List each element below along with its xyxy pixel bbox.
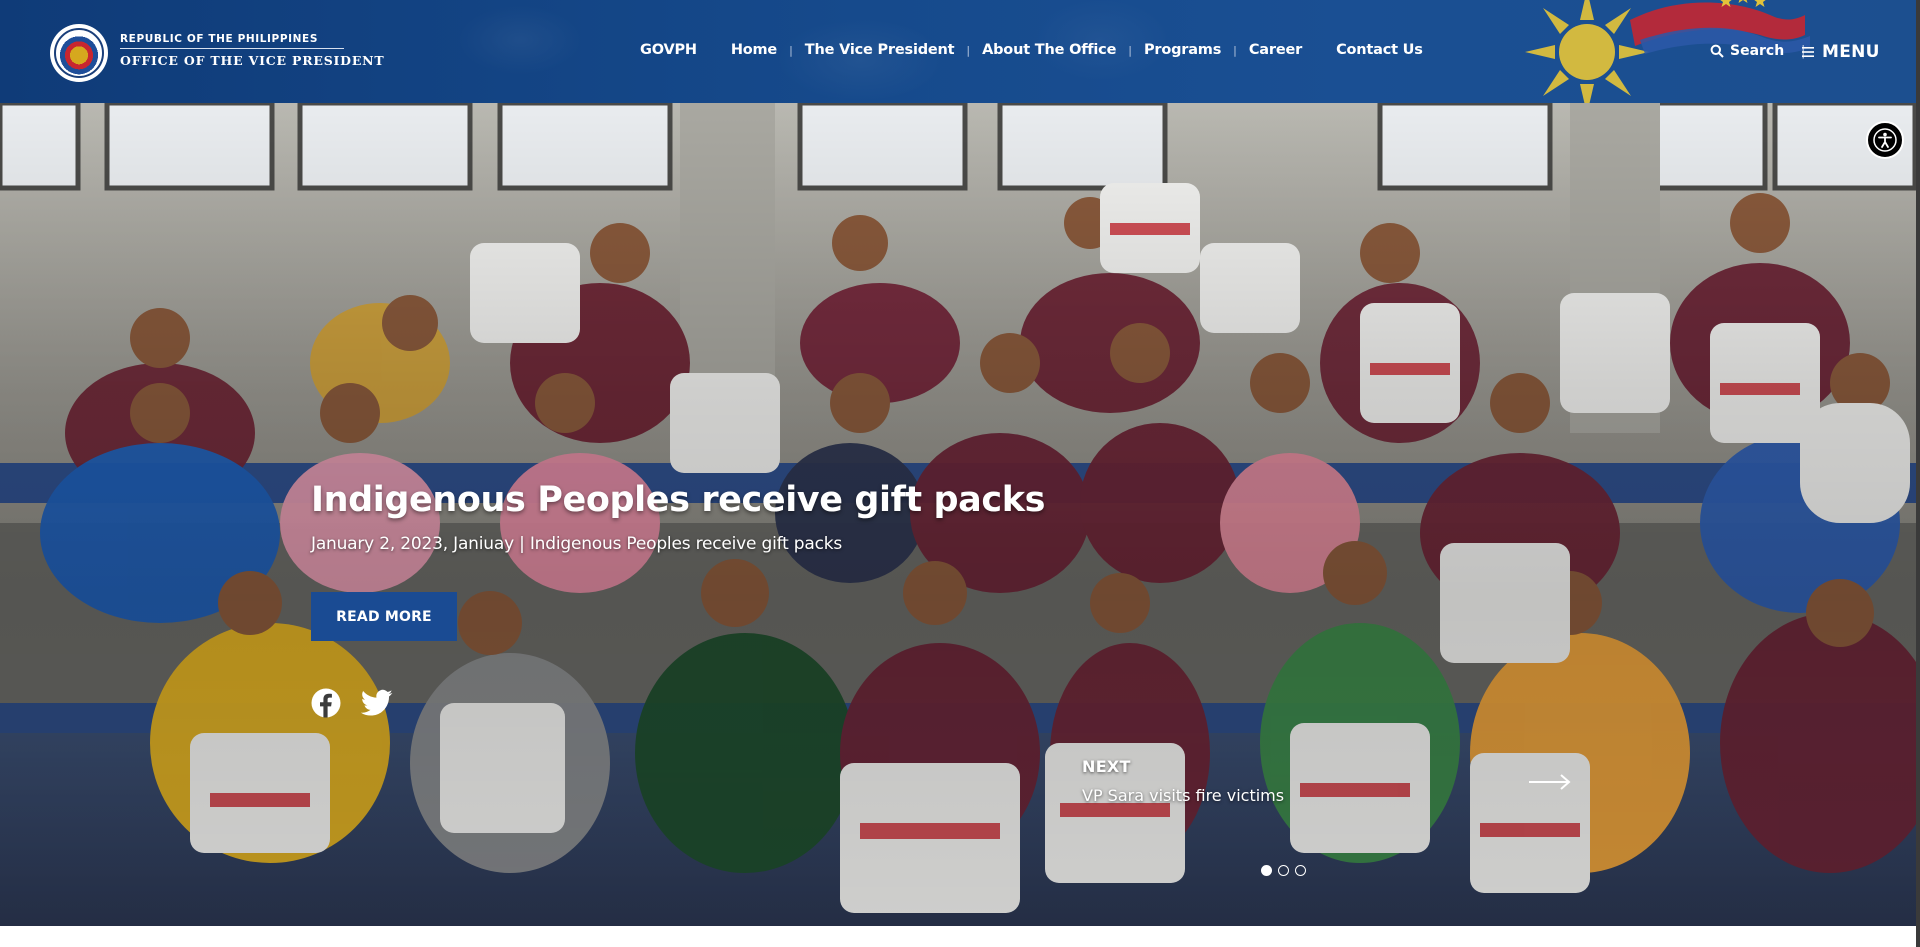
brand-top-text: REPUBLIC OF THE PHILIPPINES	[120, 33, 318, 45]
social-share	[311, 688, 393, 718]
search-icon	[1710, 44, 1724, 58]
carousel-dot-2[interactable]	[1278, 865, 1289, 876]
nav-contact-us[interactable]: Contact Us	[1336, 42, 1423, 58]
main-nav: GOVPH Home | The Vice President | About …	[640, 42, 1423, 58]
menu-label: MENU	[1822, 42, 1880, 62]
next-label: NEXT	[1082, 757, 1131, 776]
nav-programs[interactable]: Programs	[1144, 42, 1221, 58]
nav-separator: |	[966, 43, 971, 57]
accessibility-icon[interactable]	[1866, 121, 1904, 159]
menu-button[interactable]: MENU	[1802, 42, 1880, 62]
carousel-dot-1[interactable]	[1261, 865, 1272, 876]
twitter-icon[interactable]	[361, 689, 393, 717]
nav-about-the-office[interactable]: About The Office	[982, 42, 1116, 58]
slide-title[interactable]: Indigenous Peoples receive gift packs	[311, 480, 1045, 520]
search-label: Search	[1730, 43, 1785, 59]
page-scrollbar[interactable]	[1916, 0, 1920, 947]
ovp-seal-icon[interactable]	[50, 24, 108, 82]
nav-home[interactable]: Home	[731, 42, 777, 58]
read-more-button[interactable]: READ MORE	[311, 592, 457, 641]
hero-carousel: Indigenous Peoples receive gift packs Ja…	[0, 103, 1920, 926]
facebook-icon[interactable]	[311, 688, 341, 718]
site-header: REPUBLIC OF THE PHILIPPINES OFFICE OF TH…	[0, 0, 1920, 103]
nav-separator: |	[1233, 43, 1237, 57]
carousel-dot-3[interactable]	[1295, 865, 1306, 876]
brand-divider	[120, 48, 344, 49]
carousel-dots	[1261, 865, 1306, 876]
search-button[interactable]: Search	[1710, 43, 1784, 59]
nav-career[interactable]: Career	[1249, 42, 1302, 58]
next-slide-title[interactable]: VP Sara visits fire victims	[1082, 786, 1284, 805]
hamburger-icon	[1802, 46, 1814, 58]
next-arrow-icon[interactable]	[1528, 773, 1572, 795]
brand-main-text[interactable]: OFFICE OF THE VICE PRESIDENT	[120, 53, 384, 68]
nav-the-vice-president[interactable]: The Vice President	[805, 42, 955, 58]
slide-meta: January 2, 2023, Janiuay | Indigenous Pe…	[311, 534, 843, 554]
nav-separator: |	[789, 43, 793, 57]
nav-govph[interactable]: GOVPH	[640, 42, 697, 58]
nav-separator: |	[1128, 43, 1132, 57]
